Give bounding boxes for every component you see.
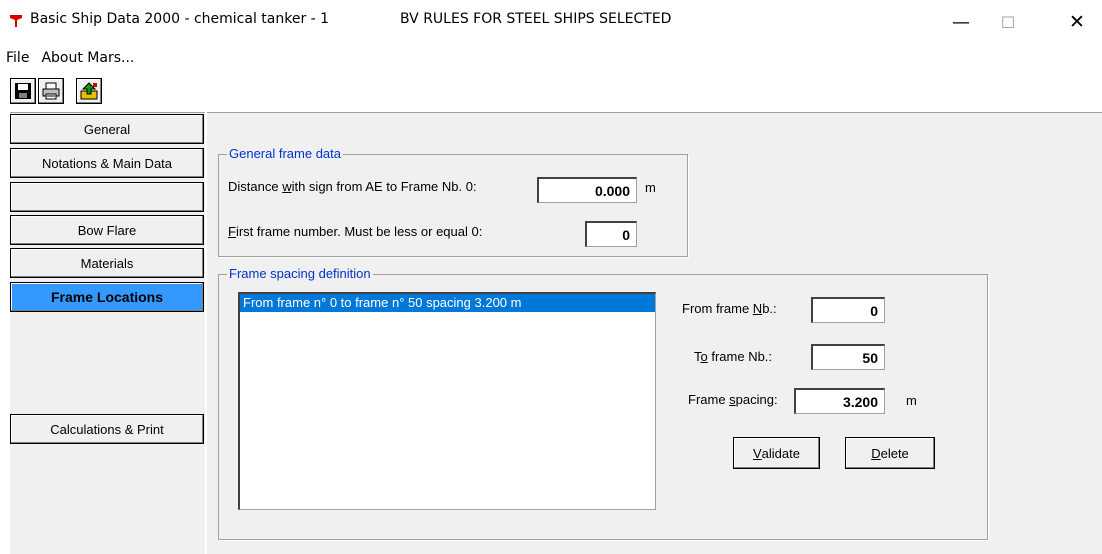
close-button[interactable]: ✕ <box>1054 6 1100 38</box>
minimize-button[interactable]: — <box>938 6 984 38</box>
nav-frame-locations[interactable]: Frame Locations <box>10 282 204 312</box>
frame-spacing-title: Frame spacing definition <box>227 266 373 281</box>
to-frame-input[interactable]: 50 <box>811 344 885 370</box>
frame-spacing-label: Frame spacing: <box>688 392 778 407</box>
first-frame-label: First frame number. Must be less or equa… <box>228 224 483 239</box>
from-frame-input[interactable]: 0 <box>811 297 885 323</box>
save-icon <box>15 83 31 99</box>
menu-bar: File About Mars... <box>0 48 140 70</box>
frame-spacing-list[interactable]: From frame n° 0 to frame n° 50 spacing 3… <box>238 292 656 510</box>
title-bar: Basic Ship Data 2000 - chemical tanker -… <box>0 0 1102 46</box>
nav-materials[interactable]: Materials <box>10 248 204 278</box>
toolbar <box>10 78 102 106</box>
distance-label: Distance with sign from AE to Frame Nb. … <box>228 179 477 194</box>
rules-banner: BV RULES FOR STEEL SHIPS SELECTED <box>400 11 672 27</box>
first-frame-input[interactable]: 0 <box>585 221 637 247</box>
nav-notations-main-data[interactable]: Notations & Main Data <box>10 148 204 178</box>
nav-blank[interactable] <box>10 182 204 212</box>
window-title: Basic Ship Data 2000 - chemical tanker -… <box>30 11 330 27</box>
nav-general[interactable]: General <box>10 114 204 144</box>
frame-spacing-unit: m <box>906 393 917 408</box>
nav-bow-flare[interactable]: Bow Flare <box>10 215 204 245</box>
distance-unit: m <box>645 180 656 195</box>
nav-calculations-print[interactable]: Calculations & Print <box>10 414 204 444</box>
maximize-button[interactable]: ☐ <box>985 6 1031 38</box>
distance-input[interactable]: 0.000 <box>537 177 637 203</box>
export-icon <box>80 82 98 100</box>
validate-button[interactable]: Validate <box>733 437 820 469</box>
delete-button[interactable]: Delete <box>845 437 935 469</box>
frame-spacing-input[interactable]: 3.200 <box>794 388 885 414</box>
from-frame-label: From frame Nb.: <box>682 301 777 316</box>
list-item[interactable]: From frame n° 0 to frame n° 50 spacing 3… <box>240 294 655 312</box>
general-frame-title: General frame data <box>227 146 344 161</box>
app-logo-icon <box>10 15 22 27</box>
menu-file[interactable]: File <box>0 48 35 70</box>
print-icon <box>42 82 60 100</box>
print-button[interactable] <box>38 78 64 104</box>
to-frame-label: To frame Nb.: <box>694 349 773 364</box>
save-button[interactable] <box>10 78 36 104</box>
export-button[interactable] <box>76 78 102 104</box>
menu-about[interactable]: About Mars... <box>35 48 140 70</box>
